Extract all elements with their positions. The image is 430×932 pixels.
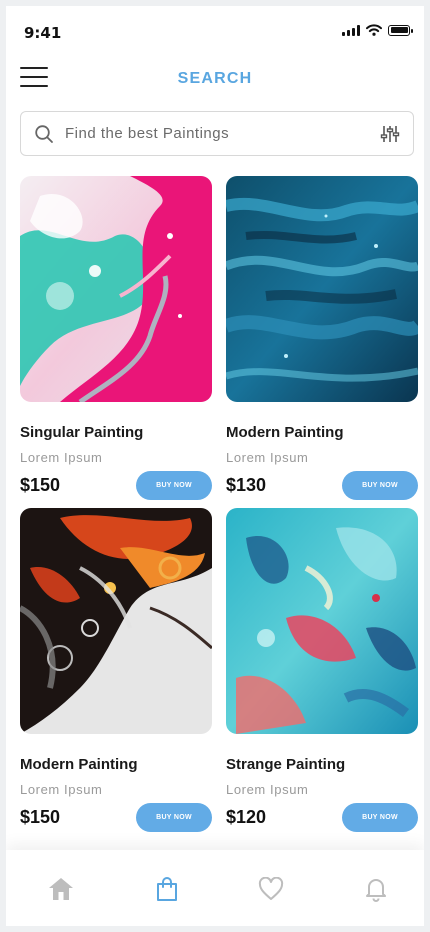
- page-title: SEARCH: [177, 70, 253, 87]
- product-subtitle: Lorem Ipsum: [226, 450, 309, 465]
- product-image-blue-texture-painting[interactable]: [226, 176, 418, 402]
- battery-icon: [388, 24, 413, 36]
- product-subtitle: Lorem Ipsum: [20, 782, 103, 797]
- buy-now-button[interactable]: BUY NOW: [136, 803, 212, 832]
- app-screen: 9:41 SEARCH Find the best Paintings Sing…: [6, 6, 424, 926]
- product-title: Strange Painting: [226, 756, 346, 773]
- product-card[interactable]: Modern Painting Lorem Ipsum $130 BUY NOW: [226, 176, 418, 500]
- product-footer: $150 BUY NOW: [20, 471, 212, 500]
- bottom-nav: [6, 850, 424, 926]
- product-title: Singular Painting: [20, 424, 144, 441]
- status-icons: [342, 24, 413, 36]
- nav-notifications[interactable]: [361, 874, 391, 904]
- heart-icon: [258, 877, 284, 900]
- product-subtitle: Lorem Ipsum: [226, 782, 309, 797]
- shopping-bag-icon: [157, 877, 177, 901]
- product-title: Modern Painting: [226, 424, 344, 441]
- product-card[interactable]: Singular Painting Lorem Ipsum $150 BUY N…: [20, 176, 212, 500]
- buy-now-button[interactable]: BUY NOW: [342, 803, 418, 832]
- search-input[interactable]: [65, 112, 365, 155]
- product-image-pink-teal-painting[interactable]: [20, 176, 212, 402]
- home-icon: [49, 878, 73, 900]
- nav-shop[interactable]: [152, 874, 182, 904]
- buy-now-button[interactable]: BUY NOW: [342, 471, 418, 500]
- product-price: $120: [226, 807, 267, 827]
- cellular-signal-icon: [342, 24, 360, 36]
- product-image-orange-black-painting[interactable]: [20, 508, 212, 734]
- product-subtitle: Lorem Ipsum: [20, 450, 103, 465]
- product-footer: $120 BUY NOW: [226, 803, 418, 832]
- product-price: $130: [226, 475, 267, 495]
- product-footer: $150 BUY NOW: [20, 803, 212, 832]
- product-card[interactable]: Modern Painting Lorem Ipsum $150 BUY NOW: [20, 508, 212, 832]
- status-time: 9:41: [24, 24, 62, 42]
- product-card[interactable]: Strange Painting Lorem Ipsum $120 BUY NO…: [226, 508, 418, 832]
- status-bar: 9:41: [6, 6, 424, 58]
- product-title: Modern Painting: [20, 756, 138, 773]
- buy-now-button[interactable]: BUY NOW: [136, 471, 212, 500]
- wifi-icon: [366, 24, 382, 36]
- search-bar: [20, 111, 414, 156]
- nav-home[interactable]: [46, 874, 76, 904]
- nav-favorites[interactable]: [256, 874, 286, 904]
- product-price: $150: [20, 807, 61, 827]
- product-price: $150: [20, 475, 61, 495]
- product-image-teal-red-painting[interactable]: [226, 508, 418, 734]
- filter-icon[interactable]: [380, 124, 400, 144]
- bell-icon: [366, 879, 386, 902]
- search-icon: [35, 125, 53, 143]
- product-footer: $130 BUY NOW: [226, 471, 418, 500]
